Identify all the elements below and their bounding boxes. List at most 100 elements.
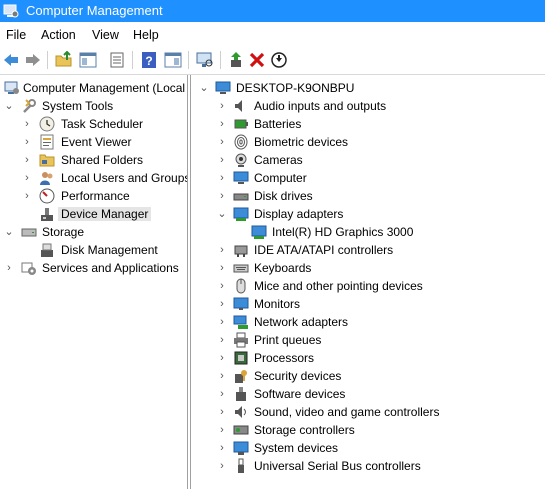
disk-management-icon [39,242,55,258]
expand-chevron-icon[interactable]: › [217,316,227,328]
tree-node-event-viewer[interactable]: › Event Viewer [0,133,187,151]
device-category-row[interactable]: › Batteries [191,115,545,133]
device-tree-pane: ⌄ DESKTOP-K9ONBPU › Audio inputs and out… [190,75,545,489]
mouse-icon [233,278,249,294]
expand-chevron-icon[interactable]: › [22,190,32,202]
expand-chevron-icon[interactable]: › [217,442,227,454]
device-category-row[interactable]: › Cameras [191,151,545,169]
expand-chevron-icon[interactable]: › [217,244,227,256]
tree-node-services[interactable]: › Services and Applications [0,259,187,277]
menu-help[interactable]: Help [133,28,159,42]
device-category-label: Computer [254,171,307,185]
show-hide-tree-icon[interactable] [79,51,97,69]
display-adapter-icon [251,224,267,240]
tree-node-storage[interactable]: ⌄ Storage [0,223,187,241]
performance-gauge-icon [39,188,55,204]
show-hide-action-pane-icon[interactable] [164,51,182,69]
usb-icon [233,458,249,474]
expand-chevron-icon[interactable]: › [217,460,227,472]
expand-chevron-icon[interactable]: › [217,118,227,130]
expand-chevron-icon[interactable]: › [217,334,227,346]
device-category-row[interactable]: › Keyboards [191,259,545,277]
enable-driver-icon[interactable] [228,51,246,69]
expand-chevron-icon[interactable]: › [217,154,227,166]
device-category-row[interactable]: › Mice and other pointing devices [191,277,545,295]
forward-arrow-icon[interactable] [24,51,42,69]
device-category-row[interactable]: › Universal Serial Bus controllers [191,457,545,475]
menu-view[interactable]: View [92,28,119,42]
expand-chevron-icon[interactable]: › [217,172,227,184]
expand-chevron-icon[interactable]: › [217,100,227,112]
device-category-row[interactable]: › Monitors [191,295,545,313]
device-category-row[interactable]: › IDE ATA/ATAPI controllers [191,241,545,259]
uninstall-device-icon[interactable] [248,51,266,69]
device-category-label: Monitors [254,297,301,311]
collapse-chevron-icon[interactable]: ⌄ [217,208,227,220]
expand-chevron-icon[interactable]: › [217,424,227,436]
tree-node-shared-folders[interactable]: › Shared Folders [0,151,187,169]
disable-device-icon[interactable] [270,51,288,69]
expand-chevron-icon[interactable]: › [217,406,227,418]
device-category-row[interactable]: › Network adapters [191,313,545,331]
expand-chevron-icon[interactable]: › [217,298,227,310]
expand-chevron-icon[interactable]: › [217,388,227,400]
tree-node-task-scheduler[interactable]: › Task Scheduler [0,115,187,133]
monitor-icon [233,296,249,312]
expand-chevron-icon[interactable]: › [22,172,32,184]
device-category-row[interactable]: › Audio inputs and outputs [191,97,545,115]
collapse-chevron-icon[interactable]: ⌄ [199,82,209,94]
device-category-row[interactable]: › Sound, video and game controllers [191,403,545,421]
menu-file[interactable]: File [6,28,26,42]
collapse-chevron-icon[interactable]: ⌄ [4,226,14,238]
device-category-row[interactable]: › Processors [191,349,545,367]
expand-chevron-icon[interactable]: › [217,262,227,274]
tree-node-disk-management[interactable]: Disk Management [0,241,187,259]
device-category-row[interactable]: › Storage controllers [191,421,545,439]
expand-chevron-icon[interactable]: › [22,118,32,130]
device-category-row[interactable]: › Biometric devices [191,133,545,151]
device-category-label: IDE ATA/ATAPI controllers [254,243,394,257]
tree-node-local-users[interactable]: › Local Users and Groups [0,169,187,187]
disk-drive-icon [233,188,249,204]
network-adapter-icon [233,314,249,330]
collapse-chevron-icon[interactable]: ⌄ [4,100,14,112]
console-tree-pane: Computer Management (Local ⌄ System Tool… [0,75,188,489]
expand-chevron-icon[interactable]: › [22,154,32,166]
up-folder-icon[interactable] [55,51,73,69]
scan-hardware-icon[interactable] [196,51,214,69]
device-category-row[interactable]: › Computer [191,169,545,187]
event-log-icon [39,134,55,150]
tree-node-device-manager[interactable]: Device Manager [0,205,187,223]
device-category-row[interactable]: ⌄ Display adapters [191,205,545,223]
device-category-row[interactable]: › Disk drives [191,187,545,205]
help-icon[interactable]: ? [140,51,158,69]
device-category-label: Processors [254,351,315,365]
device-category-row[interactable]: › Print queues [191,331,545,349]
tree-node-performance[interactable]: › Performance [0,187,187,205]
device-category-row[interactable]: › Security devices [191,367,545,385]
clock-icon [39,116,55,132]
expand-chevron-icon[interactable]: › [217,280,227,292]
device-category-label: Network adapters [254,315,349,329]
device-item-label: Intel(R) HD Graphics 3000 [272,225,414,239]
users-icon [39,170,55,186]
device-category-row[interactable]: › System devices [191,439,545,457]
expand-chevron-icon[interactable]: › [22,136,32,148]
menu-action[interactable]: Action [41,28,76,42]
expand-chevron-icon[interactable]: › [217,136,227,148]
expand-chevron-icon[interactable]: › [217,352,227,364]
tree-node-root[interactable]: Computer Management (Local [0,79,187,97]
tree-label-disk-management: Disk Management [61,243,158,257]
expand-chevron-icon[interactable]: › [217,190,227,202]
tree-node-computer-name[interactable]: ⌄ DESKTOP-K9ONBPU [191,79,545,97]
back-arrow-icon[interactable] [2,51,20,69]
expand-chevron-icon[interactable]: › [4,262,14,274]
toolbar-separator [188,51,189,69]
system-device-icon [233,440,249,456]
expand-chevron-icon[interactable]: › [217,370,227,382]
properties-icon[interactable] [108,51,126,69]
tree-node-system-tools[interactable]: ⌄ System Tools [0,97,187,115]
device-category-row[interactable]: › Software devices [191,385,545,403]
device-item-row[interactable]: Intel(R) HD Graphics 3000 [191,223,545,241]
toolbar-separator [132,51,133,69]
